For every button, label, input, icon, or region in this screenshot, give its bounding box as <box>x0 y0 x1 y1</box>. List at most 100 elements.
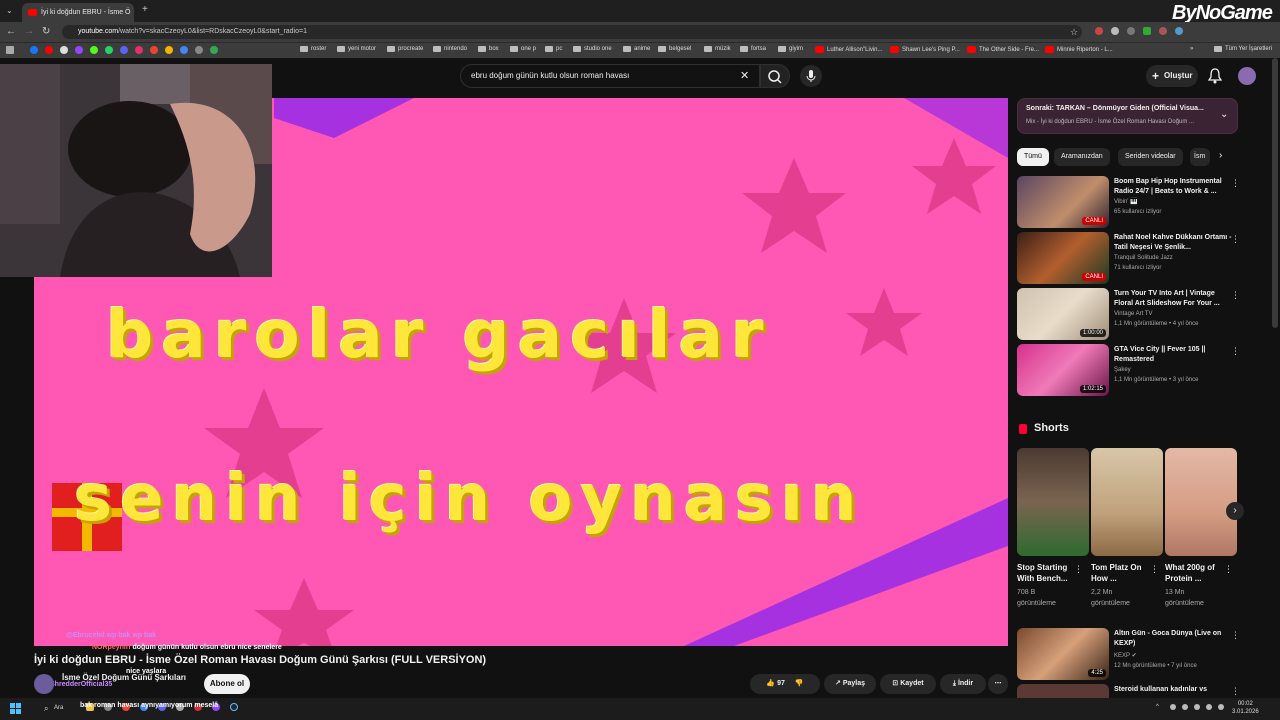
bookmark-icon[interactable] <box>210 46 218 54</box>
bookmark-item[interactable]: belgesel <box>658 46 691 52</box>
short-thumbnail[interactable] <box>1017 448 1089 556</box>
wifi-icon[interactable] <box>1206 704 1212 710</box>
bookmark-item[interactable]: anime <box>623 46 650 52</box>
bookmark-icon[interactable] <box>195 46 203 54</box>
more-options-icon[interactable]: ⋮ <box>1231 290 1240 301</box>
bookmark-item[interactable]: Minnie Riperton - L... <box>1045 46 1113 53</box>
download-button[interactable]: ⤓ İndir <box>940 674 986 694</box>
channel-name[interactable]: KEXP ✔ <box>1114 652 1239 660</box>
new-tab-icon[interactable]: + <box>142 5 148 15</box>
apps-icon[interactable] <box>6 46 14 54</box>
bookmark-more-icon[interactable]: » <box>1190 46 1193 52</box>
windows-start-icon[interactable] <box>10 703 22 715</box>
gmail-icon[interactable] <box>150 46 158 54</box>
extension-icon[interactable] <box>1111 27 1119 35</box>
channel-name[interactable]: Şakey <box>1114 366 1239 374</box>
more-options-icon[interactable]: ⋮ <box>1074 564 1083 575</box>
more-options-icon[interactable]: ⋮ <box>1231 178 1240 189</box>
extension-icon[interactable] <box>1127 27 1135 35</box>
more-options-icon[interactable]: ⋮ <box>1224 564 1233 575</box>
tray-icon[interactable] <box>1182 704 1188 710</box>
short-thumbnail[interactable] <box>1091 448 1163 556</box>
bookmark-item[interactable]: pc <box>545 46 562 52</box>
bookmark-item[interactable]: The Other Side - Fre... <box>967 46 1039 53</box>
search-input[interactable]: ebru doğum günün kutlu olsun roman havas… <box>460 64 760 88</box>
bookmark-item[interactable]: roster <box>300 46 326 52</box>
bookmark-icon[interactable] <box>165 46 173 54</box>
recommendation-title[interactable]: Steroid kullanan kadınlar vs <box>1114 685 1232 695</box>
short-title[interactable]: Stop Starting With Bench... <box>1017 562 1077 584</box>
discord-icon[interactable] <box>120 46 128 54</box>
save-button[interactable]: ⊡ Kaydet <box>880 674 936 694</box>
recommendation-title[interactable]: Turn Your TV Into Art | Vintage Floral A… <box>1114 289 1232 309</box>
notifications-bell-icon[interactable] <box>1208 68 1222 84</box>
chevron-down-icon[interactable]: ⌄ <box>1220 109 1228 120</box>
channel-name[interactable]: Tranquil Solitude Jazz <box>1114 254 1239 262</box>
search-button[interactable] <box>760 64 790 88</box>
bookmark-item[interactable]: yeni motor <box>337 46 376 52</box>
channel-avatar[interactable] <box>34 674 54 694</box>
bookmark-item[interactable]: procreate <box>387 46 423 52</box>
share-button[interactable]: ↗ Paylaş <box>824 674 876 694</box>
youtube-icon[interactable] <box>45 46 53 54</box>
recommendation-title[interactable]: Boom Bap Hip Hop Instrumental Radio 24/7… <box>1114 177 1232 197</box>
recommendation-title[interactable]: Rahat Noel Kahve Dükkanı Ortamı - Tatil … <box>1114 233 1232 253</box>
browser-tab[interactable]: İyi ki doğdun EBRU - İsme Ö ✕ <box>22 3 134 22</box>
bookmark-item[interactable]: fortsa <box>740 46 766 52</box>
forward-icon[interactable]: → <box>24 27 34 37</box>
recommendation-title[interactable]: Altın Gün - Goca Dünya (Live on KEXP) <box>1114 629 1232 649</box>
thumbs-down-icon[interactable]: 👎 <box>795 680 804 687</box>
channel-name[interactable]: Vintage Art TV <box>1114 310 1239 318</box>
more-options-icon[interactable]: ⋮ <box>1231 234 1240 245</box>
recommendation-item[interactable]: CANLI Rahat Noel Kahve Dükkanı Ortamı - … <box>1017 232 1247 284</box>
video-thumbnail[interactable]: 4:25 <box>1017 628 1109 680</box>
extension-icon[interactable] <box>1159 27 1167 35</box>
bookmark-item[interactable]: box <box>478 46 499 52</box>
subscribe-button[interactable]: Abone ol <box>204 674 250 694</box>
video-thumbnail[interactable]: 1:00:00 <box>1017 288 1109 340</box>
x-icon[interactable] <box>60 46 68 54</box>
chip-all[interactable]: Tümü <box>1017 148 1049 166</box>
clear-search-icon[interactable]: ✕ <box>740 69 749 82</box>
bookmark-item[interactable]: nintendo <box>433 46 467 52</box>
more-options-icon[interactable]: ⋮ <box>1150 564 1159 575</box>
tray-icon[interactable] <box>1170 704 1176 710</box>
more-actions-icon[interactable]: ⋯ <box>988 674 1008 694</box>
twitch-icon[interactable] <box>75 46 83 54</box>
recommendation-item[interactable]: 1:02:15 GTA Vice City || Fever 105 || Re… <box>1017 344 1247 396</box>
like-button[interactable]: 👍 97 <box>766 680 784 687</box>
video-thumbnail[interactable]: CANLI <box>1017 232 1109 284</box>
volume-icon[interactable] <box>1218 704 1224 710</box>
bookmark-icon[interactable] <box>180 46 188 54</box>
scrollbar[interactable] <box>1272 58 1278 328</box>
whatsapp-icon[interactable] <box>105 46 113 54</box>
recommendation-item[interactable]: CANLI Boom Bap Hip Hop Instrumental Radi… <box>1017 176 1247 228</box>
all-bookmarks[interactable]: Tüm Yer İşaretleri <box>1214 46 1272 52</box>
extension-icon[interactable] <box>1175 27 1183 35</box>
bookmark-item[interactable]: müzik <box>704 46 731 52</box>
tray-chevron-icon[interactable]: ^ <box>1156 704 1159 710</box>
tab-search-icon[interactable]: ⌄ <box>6 6 13 16</box>
more-options-icon[interactable]: ⋮ <box>1231 686 1240 697</box>
url-bar[interactable]: youtube.com/watch?v=skacCzeoyL0&list=RDs… <box>62 25 1082 39</box>
facebook-icon[interactable] <box>30 46 38 54</box>
recommendation-item[interactable]: Steroid kullanan kadınlar vs ⋮ <box>1017 684 1247 698</box>
shorts-next-icon[interactable]: › <box>1226 502 1244 520</box>
channel-name[interactable]: Vibin' 🎹 <box>1114 198 1239 206</box>
video-thumbnail[interactable] <box>1017 684 1109 698</box>
avatar[interactable] <box>1238 67 1256 85</box>
chip-from-search[interactable]: Aramanızdan <box>1054 148 1110 166</box>
voice-search-button[interactable] <box>800 65 822 87</box>
instagram-icon[interactable] <box>135 46 143 54</box>
recommendation-title[interactable]: GTA Vice City || Fever 105 || Remastered <box>1114 345 1232 365</box>
playlist-next-box[interactable]: Sonraki: TARKAN – Dönmüyor Giden (Offici… <box>1017 98 1238 134</box>
tray-icon[interactable] <box>1194 704 1200 710</box>
taskbar-search-icon[interactable]: ⌕ <box>44 704 48 714</box>
chip-name[interactable]: İsm <box>1190 148 1210 166</box>
short-title[interactable]: Tom Platz On How ... <box>1091 562 1151 584</box>
more-options-icon[interactable]: ⋮ <box>1231 630 1240 641</box>
video-thumbnail[interactable]: CANLI <box>1017 176 1109 228</box>
bookmark-item[interactable]: studio one <box>573 46 612 52</box>
more-options-icon[interactable]: ⋮ <box>1231 346 1240 357</box>
kick-icon[interactable] <box>90 46 98 54</box>
